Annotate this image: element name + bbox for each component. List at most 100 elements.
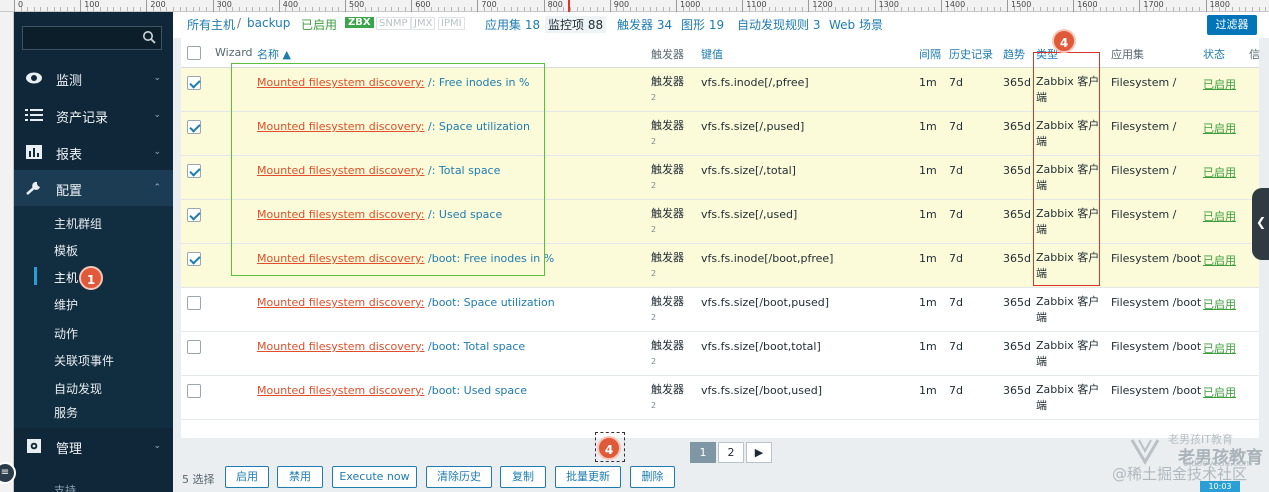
- mass-update-button[interactable]: 批量更新: [555, 466, 621, 488]
- item-link[interactable]: /: Space utilization: [425, 120, 530, 133]
- tab-web-scenarios[interactable]: Web 场景: [829, 16, 883, 33]
- mass-action-bar: 5 选择 启用 禁用 Execute now 清除历史 复制 批量更新 删除: [173, 466, 1269, 492]
- select-all-checkbox[interactable]: [187, 46, 201, 60]
- discovery-rule-link[interactable]: Mounted filesystem discovery:: [257, 340, 425, 353]
- nav-configuration[interactable]: 配置 ⌃: [14, 170, 173, 206]
- item-link[interactable]: /: Free inodes in %: [425, 76, 529, 89]
- header-status[interactable]: 状态: [1203, 46, 1225, 62]
- zbx-availability-badge: ZBX: [345, 17, 374, 28]
- table-row[interactable]: Mounted filesystem discovery: /: Free in…: [181, 68, 1259, 112]
- discovery-rule-link[interactable]: Mounted filesystem discovery:: [257, 384, 425, 397]
- header-trends[interactable]: 趋势: [1003, 46, 1025, 62]
- row-checkbox[interactable]: [187, 164, 201, 178]
- item-status-link[interactable]: 已启用: [1203, 208, 1236, 224]
- row-checkbox[interactable]: [187, 120, 201, 134]
- next-page-button[interactable]: ▶: [746, 442, 772, 463]
- item-status-link[interactable]: 已启用: [1203, 76, 1236, 92]
- row-checkbox[interactable]: [187, 296, 201, 310]
- nav-monitoring[interactable]: 监测 ⌄: [14, 60, 173, 96]
- header-wizard: Wizard: [215, 46, 253, 59]
- nav-inventory[interactable]: 资产记录 ⌄: [14, 97, 173, 133]
- item-link[interactable]: /boot: Free inodes in %: [425, 252, 554, 265]
- tab-items[interactable]: 监控项 88: [545, 16, 607, 33]
- discovery-rule-link[interactable]: Mounted filesystem discovery:: [257, 252, 425, 265]
- triggers-link[interactable]: 触发器 2: [651, 382, 691, 418]
- table-row[interactable]: Mounted filesystem discovery: /boot: Spa…: [181, 288, 1259, 332]
- copy-button[interactable]: 复制: [500, 466, 546, 488]
- discovery-rule-link[interactable]: Mounted filesystem discovery:: [257, 296, 425, 309]
- table-row[interactable]: Mounted filesystem discovery: /boot: Use…: [181, 376, 1259, 420]
- item-history: 7d: [949, 384, 963, 397]
- item-status-link[interactable]: 已启用: [1203, 384, 1236, 400]
- ruler-minor-tick: [1000, 7, 1002, 11]
- disable-button[interactable]: 禁用: [277, 466, 323, 488]
- jmx-availability-badge: JMX: [411, 17, 436, 30]
- page-1-button[interactable]: 1: [690, 442, 716, 463]
- submenu-event-correlation[interactable]: 关联项事件: [14, 347, 173, 371]
- triggers-link[interactable]: 触发器 2: [651, 250, 691, 286]
- row-checkbox[interactable]: [187, 208, 201, 222]
- support-link[interactable]: 支持: [54, 482, 76, 492]
- submenu-templates[interactable]: 模板: [14, 237, 173, 261]
- submenu-maintenance[interactable]: 维护: [14, 291, 173, 315]
- host-status[interactable]: 已启用: [301, 16, 337, 33]
- row-checkbox[interactable]: [187, 76, 201, 90]
- submenu-services[interactable]: 服务: [14, 399, 173, 423]
- submenu-discovery[interactable]: 自动发现: [14, 375, 173, 399]
- host-link[interactable]: backup: [247, 16, 290, 30]
- item-link[interactable]: /boot: Used space: [425, 384, 527, 397]
- enable-button[interactable]: 启用: [225, 466, 269, 488]
- table-row[interactable]: Mounted filesystem discovery: /boot: Fre…: [181, 244, 1259, 288]
- submenu-host-groups[interactable]: 主机群组: [14, 210, 173, 234]
- triggers-link[interactable]: 触发器 2: [651, 74, 691, 110]
- triggers-link[interactable]: 触发器 2: [651, 294, 691, 330]
- row-checkbox[interactable]: [187, 252, 201, 266]
- table-row[interactable]: Mounted filesystem discovery: /boot: Tot…: [181, 332, 1259, 376]
- table-row[interactable]: Mounted filesystem discovery: /: Total s…: [181, 156, 1259, 200]
- table-row[interactable]: Mounted filesystem discovery: /: Space u…: [181, 112, 1259, 156]
- header-key[interactable]: 键值: [701, 46, 723, 62]
- item-status-link[interactable]: 已启用: [1203, 120, 1236, 136]
- ruler-minor-tick: [1192, 7, 1194, 11]
- execute-now-button[interactable]: Execute now: [332, 466, 417, 488]
- discovery-rule-link[interactable]: Mounted filesystem discovery:: [257, 164, 425, 177]
- filter-button[interactable]: 过滤器: [1207, 15, 1257, 35]
- all-hosts-link[interactable]: 所有主机: [187, 16, 235, 33]
- tab-graphs[interactable]: 图形 19: [681, 16, 724, 33]
- item-status-link[interactable]: 已启用: [1203, 252, 1236, 268]
- triggers-link[interactable]: 触发器 2: [651, 206, 691, 242]
- discovery-rule-link[interactable]: Mounted filesystem discovery:: [257, 208, 425, 221]
- item-status-link[interactable]: 已启用: [1203, 164, 1236, 180]
- ruler-minor-tick: [159, 7, 161, 11]
- item-link[interactable]: /: Used space: [425, 208, 502, 221]
- table-row[interactable]: Mounted filesystem discovery: /: Used sp…: [181, 200, 1259, 244]
- search-input[interactable]: [22, 26, 162, 50]
- tab-applications[interactable]: 应用集 18: [485, 16, 540, 33]
- triggers-link[interactable]: 触发器 2: [651, 338, 691, 374]
- page-2-button[interactable]: 2: [718, 442, 744, 463]
- discovery-rule-link[interactable]: Mounted filesystem discovery:: [257, 120, 425, 133]
- header-history[interactable]: 历史记录: [949, 46, 993, 62]
- search-icon[interactable]: [142, 30, 156, 44]
- header-name[interactable]: 名称 ▲: [257, 46, 291, 62]
- tab-discovery-rules[interactable]: 自动发现规则 3: [737, 16, 820, 33]
- triggers-link[interactable]: 触发器 2: [651, 162, 691, 198]
- item-link[interactable]: /boot: Space utilization: [425, 296, 555, 309]
- submenu-actions[interactable]: 动作: [14, 320, 173, 344]
- discovery-rule-link[interactable]: Mounted filesystem discovery:: [257, 76, 425, 89]
- clear-history-button[interactable]: 清除历史: [426, 466, 492, 488]
- item-status-link[interactable]: 已启用: [1203, 296, 1236, 312]
- item-link[interactable]: /: Total space: [425, 164, 500, 177]
- item-status-link[interactable]: 已启用: [1203, 340, 1236, 356]
- row-checkbox[interactable]: [187, 384, 201, 398]
- delete-button[interactable]: 删除: [630, 466, 675, 488]
- nav-reports[interactable]: 报表 ⌄: [14, 134, 173, 170]
- item-key: vfs.fs.size[/,pused]: [701, 120, 805, 133]
- side-panel-handle[interactable]: ❮: [1252, 188, 1269, 260]
- item-link[interactable]: /boot: Total space: [425, 340, 525, 353]
- tab-triggers[interactable]: 触发器 34: [617, 16, 672, 33]
- nav-administration[interactable]: 管理 ⌄: [14, 428, 173, 464]
- triggers-link[interactable]: 触发器 2: [651, 118, 691, 154]
- header-interval[interactable]: 间隔: [919, 46, 941, 62]
- row-checkbox[interactable]: [187, 340, 201, 354]
